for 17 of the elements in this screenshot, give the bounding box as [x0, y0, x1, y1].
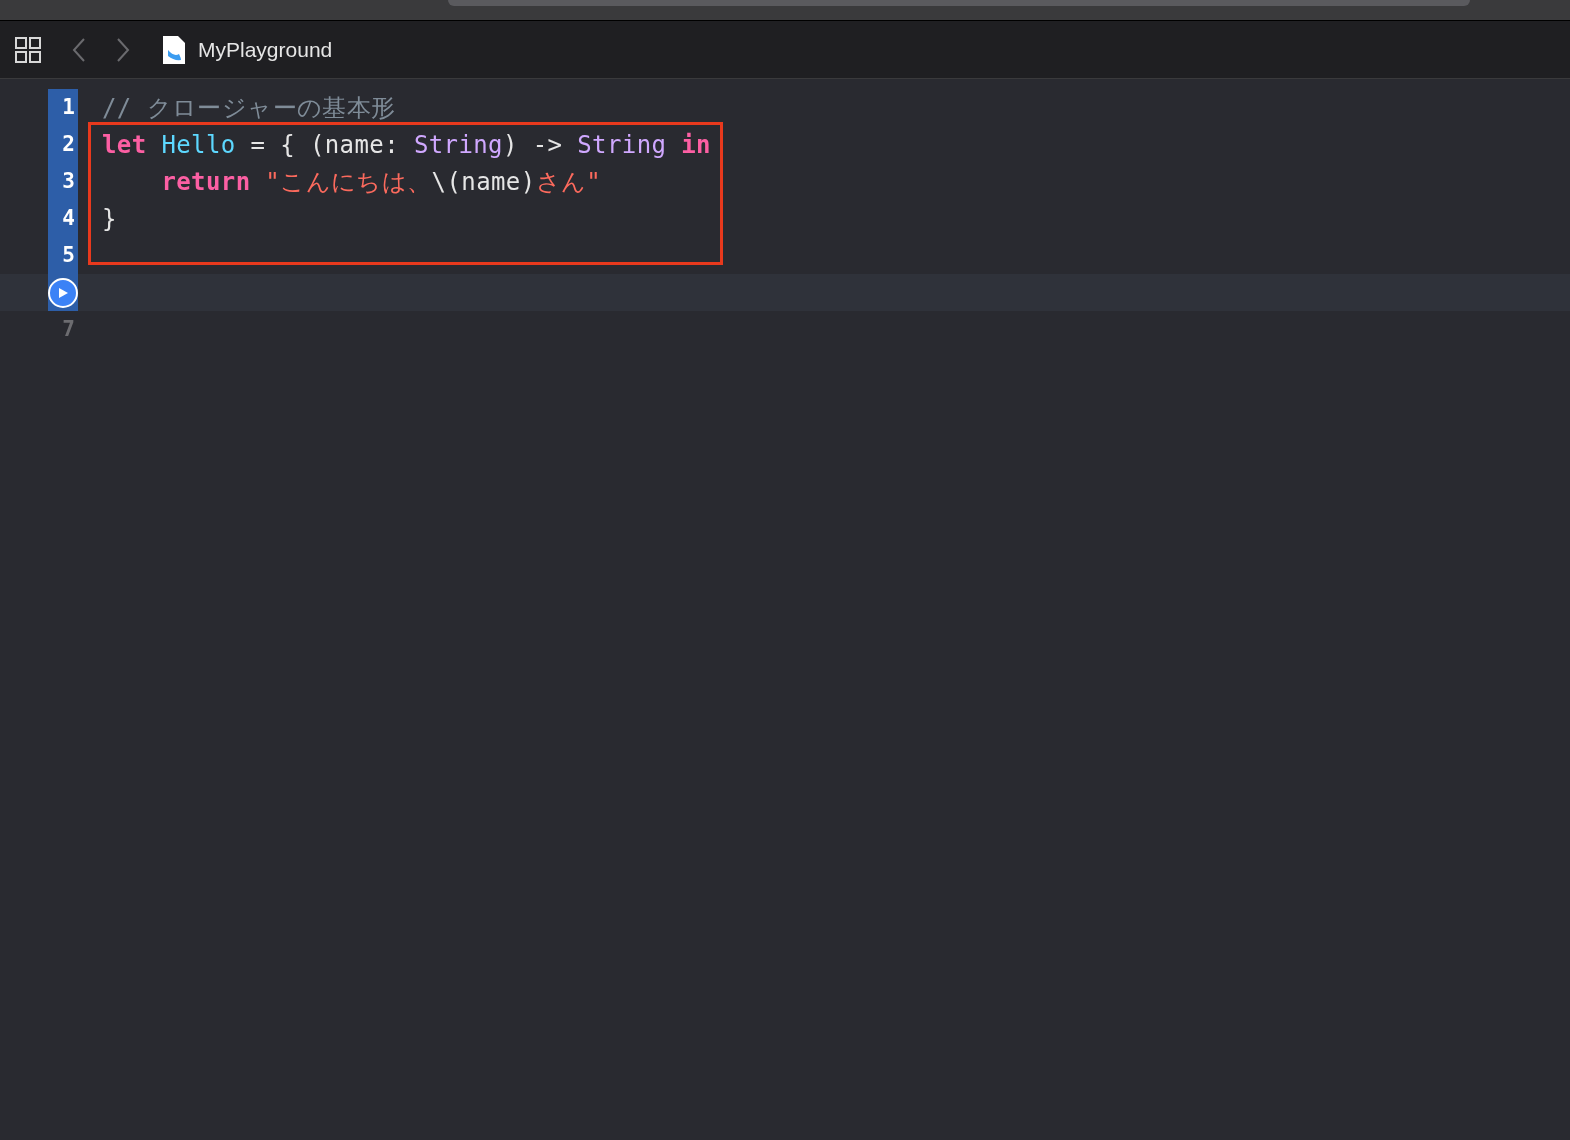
line-number: 7 [62, 315, 75, 343]
code-line: return "こんにちは、\(name)さん" [160, 167, 602, 196]
file-title: MyPlayground [198, 36, 333, 63]
code-comment: // クロージャーの基本形 [102, 93, 396, 122]
line-number: 5 [62, 241, 75, 269]
grid-icon[interactable] [14, 35, 42, 64]
line-number: 3 [62, 167, 75, 195]
code-line: let Hello = { (name: String) -> String in [102, 130, 711, 159]
code-line: } [102, 204, 117, 233]
play-icon [57, 286, 69, 299]
line-number: 1 [62, 93, 75, 121]
line-number: 2 [62, 130, 75, 158]
back-icon[interactable] [72, 36, 86, 63]
forward-icon[interactable] [116, 36, 130, 63]
line-number: 4 [62, 204, 75, 232]
run-button[interactable] [48, 277, 78, 308]
swift-file-icon [162, 34, 186, 65]
